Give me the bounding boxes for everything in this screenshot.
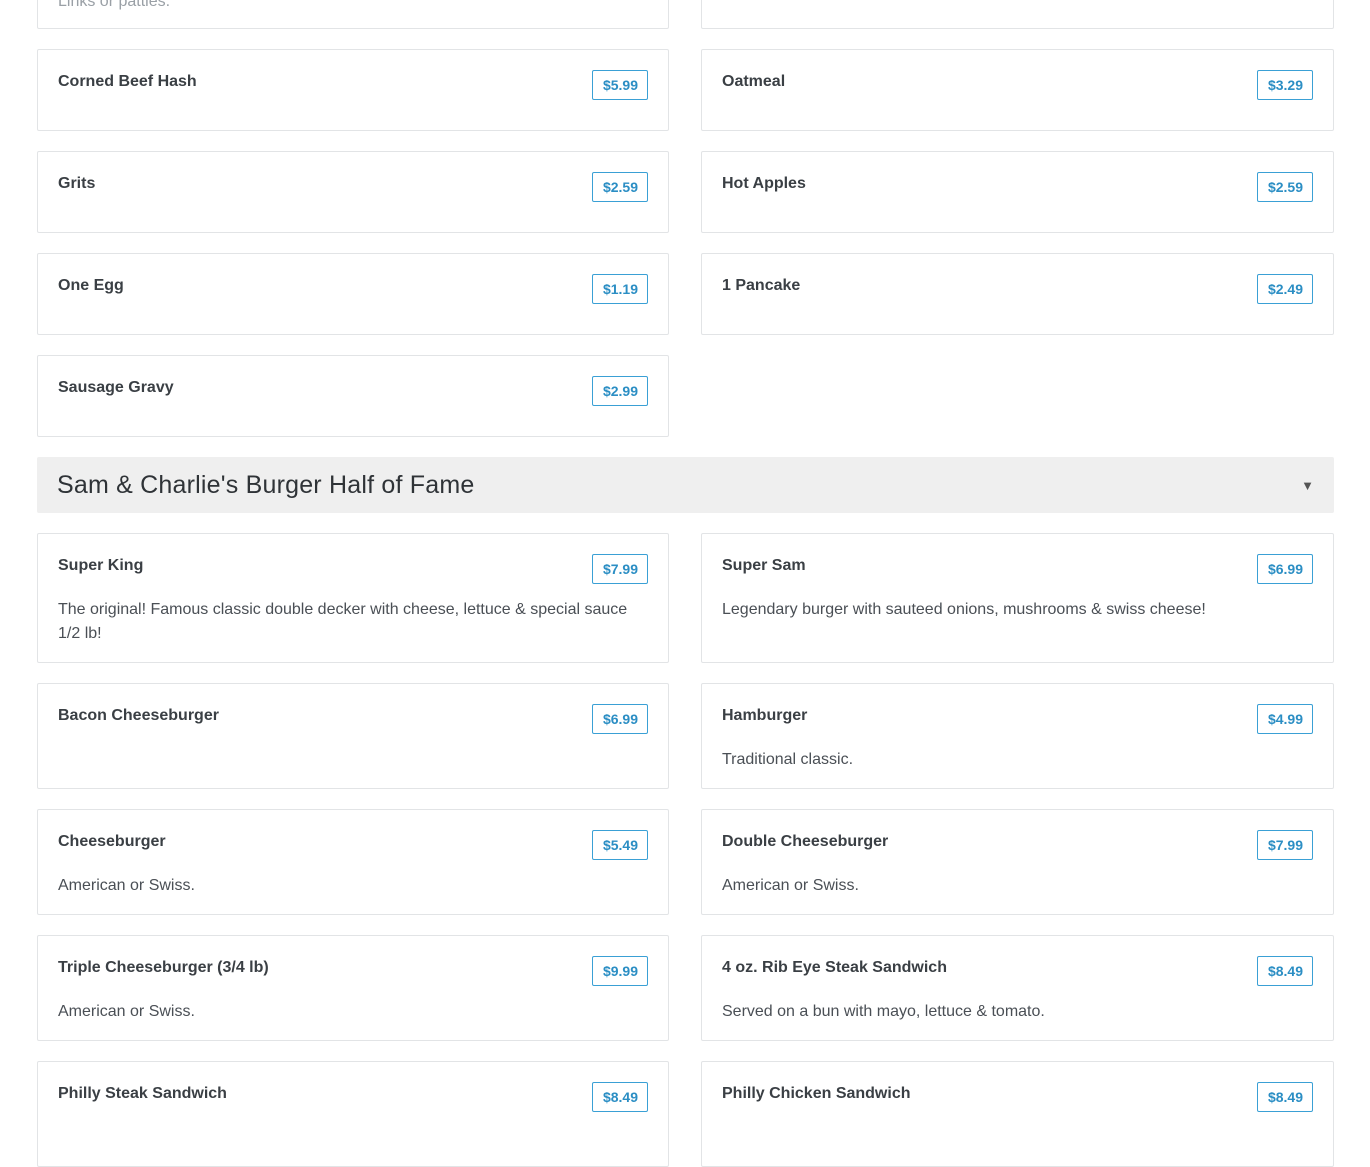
menu-container: Links or patties. Corned Beef Hash $5.99… (37, 0, 1334, 1167)
menu-item-card[interactable]: 1 Pancake $2.49 (701, 253, 1334, 335)
price-badge: $2.49 (1256, 274, 1313, 304)
item-description: American or Swiss. (722, 877, 859, 894)
menu-item-card[interactable]: Super King $7.99 The original! Famous cl… (37, 533, 669, 663)
menu-item-card[interactable]: Oatmeal $3.29 (701, 49, 1334, 131)
price-badge: $8.49 (1256, 1082, 1313, 1112)
menu-item-card[interactable]: Super Sam $6.99 Legendary burger with sa… (701, 533, 1334, 663)
item-name: Super Sam (722, 557, 806, 574)
price-badge: $4.99 (1256, 704, 1313, 734)
item-description: American or Swiss. (58, 877, 195, 894)
price-badge: $5.99 (591, 70, 648, 100)
item-name: Bacon Cheeseburger (58, 707, 219, 724)
menu-item-card[interactable]: Double Cheeseburger $7.99 American or Sw… (701, 809, 1334, 915)
menu-item-card[interactable]: Sausage Gravy $2.99 (37, 355, 669, 437)
price-badge: $6.99 (591, 704, 648, 734)
item-name: Philly Steak Sandwich (58, 1085, 227, 1102)
price-badge: $6.99 (1256, 554, 1313, 584)
menu-item-card[interactable] (701, 0, 1334, 29)
caret-down-icon[interactable]: ▼ (1301, 478, 1314, 493)
item-name: Cheeseburger (58, 833, 166, 850)
item-name: Corned Beef Hash (58, 73, 197, 90)
item-name: Triple Cheeseburger (3/4 lb) (58, 959, 269, 976)
item-description: Served on a bun with mayo, lettuce & tom… (722, 1003, 1045, 1020)
burger-grid: Super King $7.99 The original! Famous cl… (37, 533, 1334, 1167)
price-badge: $7.99 (1256, 830, 1313, 860)
menu-item-card[interactable]: Bacon Cheeseburger $6.99 (37, 683, 669, 789)
price-badge: $7.99 (591, 554, 648, 584)
item-name: Super King (58, 557, 144, 574)
section-title: Sam & Charlie's Burger Half of Fame (57, 470, 475, 499)
item-name: Sausage Gravy (58, 379, 174, 396)
price-badge: $2.59 (1256, 172, 1313, 202)
menu-item-card[interactable]: Corned Beef Hash $5.99 (37, 49, 669, 131)
item-description: American or Swiss. (58, 1003, 195, 1020)
item-description: Legendary burger with sauteed onions, mu… (722, 601, 1206, 618)
section-header[interactable]: Sam & Charlie's Burger Half of Fame ▼ (37, 457, 1334, 513)
menu-item-card[interactable]: Cheeseburger $5.49 American or Swiss. (37, 809, 669, 915)
item-name: Philly Chicken Sandwich (722, 1085, 911, 1102)
price-badge: $3.29 (1256, 70, 1313, 100)
item-name: Hamburger (722, 707, 808, 724)
menu-item-card[interactable]: One Egg $1.19 (37, 253, 669, 335)
menu-item-card[interactable]: 4 oz. Rib Eye Steak Sandwich $8.49 Serve… (701, 935, 1334, 1041)
price-badge: $8.49 (1256, 956, 1313, 986)
price-badge: $1.19 (591, 274, 648, 304)
price-badge: $9.99 (591, 956, 648, 986)
price-badge: $8.49 (591, 1082, 648, 1112)
item-name: One Egg (58, 277, 124, 294)
item-description: Traditional classic. (722, 751, 854, 768)
price-badge: $2.59 (591, 172, 648, 202)
item-description: Links or patties. (58, 0, 171, 10)
breakfast-grid: Corned Beef Hash $5.99 Oatmeal $3.29 Gri… (37, 49, 1334, 437)
item-name: Double Cheeseburger (722, 833, 889, 850)
menu-item-card[interactable]: Hamburger $4.99 Traditional classic. (701, 683, 1334, 789)
price-badge: $5.49 (591, 830, 648, 860)
item-name: 4 oz. Rib Eye Steak Sandwich (722, 959, 947, 976)
item-name: Oatmeal (722, 73, 786, 90)
item-name: Grits (58, 175, 96, 192)
menu-item-card[interactable]: Links or patties. (37, 0, 669, 29)
menu-item-card[interactable]: Philly Chicken Sandwich $8.49 (701, 1061, 1334, 1167)
breakfast-grid-top: Links or patties. (37, 0, 1334, 29)
price-badge: $2.99 (591, 376, 648, 406)
menu-item-card[interactable]: Triple Cheeseburger (3/4 lb) $9.99 Ameri… (37, 935, 669, 1041)
menu-item-card[interactable]: Hot Apples $2.59 (701, 151, 1334, 233)
item-description: The original! Famous classic double deck… (58, 601, 628, 642)
menu-item-card[interactable]: Grits $2.59 (37, 151, 669, 233)
item-name: 1 Pancake (722, 277, 801, 294)
item-name: Hot Apples (722, 175, 806, 192)
menu-item-card[interactable]: Philly Steak Sandwich $8.49 (37, 1061, 669, 1167)
